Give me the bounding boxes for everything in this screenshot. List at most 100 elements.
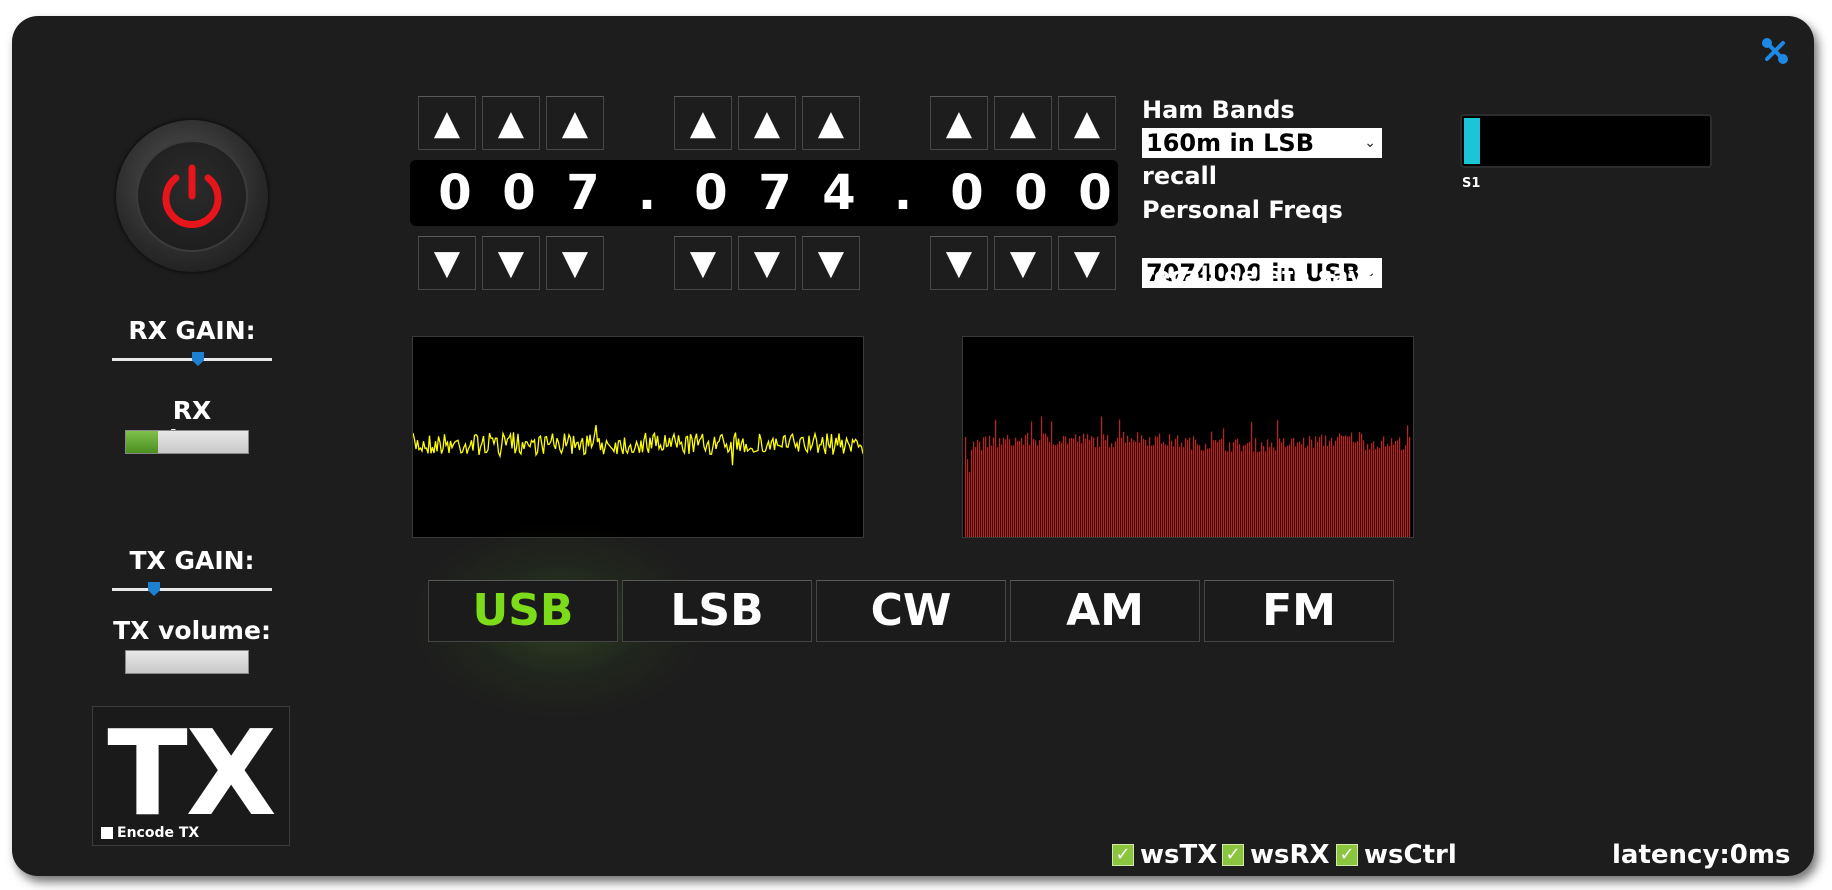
waveform-line: [412, 424, 864, 466]
spectrum-bar: [1015, 437, 1017, 537]
spectrum-bar: [1273, 447, 1275, 537]
freq-down-button[interactable]: ▼: [418, 236, 476, 290]
tx-gain-slider[interactable]: [112, 582, 272, 600]
freq-digit: 0: [950, 165, 984, 221]
personal-freqs-recall[interactable]: recall: [1142, 262, 1217, 290]
tx-button[interactable]: TX Encode TX: [92, 706, 290, 846]
rx-gain-slider[interactable]: [112, 352, 272, 370]
spectrum-bar: [1379, 448, 1381, 537]
spectrum-bar: [1295, 446, 1297, 537]
spectrum-bar: [1213, 440, 1215, 537]
spectrum-bar: [1093, 437, 1095, 537]
spectrum-bar: [977, 439, 979, 537]
personal-freqs-delete[interactable]: delete: [1224, 262, 1310, 290]
ham-bands-select[interactable]: 160m in LSB ⌄: [1142, 128, 1382, 158]
spectrum-bar: [1341, 435, 1343, 537]
tx-gain-label: TX GAIN:: [129, 546, 255, 575]
spectrum-bar: [965, 436, 967, 537]
spectrum-bar: [1047, 436, 1049, 537]
spectrum-bar: [1297, 442, 1299, 537]
spectrum-bar: [1155, 436, 1157, 537]
freq-down-button[interactable]: ▼: [674, 236, 732, 290]
rx-gain-thumb[interactable]: [192, 352, 204, 366]
spectrum-bar: [1307, 445, 1309, 537]
freq-down-button[interactable]: ▼: [994, 236, 1052, 290]
mode-fm-button[interactable]: FM: [1204, 580, 1394, 642]
mode-usb-button[interactable]: USB: [428, 580, 618, 642]
spectrum-bar: [1175, 438, 1177, 537]
spectrum-bar: [1059, 440, 1061, 537]
freq-up-button[interactable]: ▲: [674, 96, 732, 150]
arrow-down-icon: ▼: [561, 243, 589, 283]
spectrum-bar: [1193, 436, 1195, 537]
encode-tx-checkbox[interactable]: [101, 827, 113, 839]
spectrum-bar: [1207, 448, 1209, 537]
spectrum-bar: [1177, 435, 1179, 537]
spectrum-bar: [1271, 442, 1273, 537]
ws-rx-label: wsRX: [1250, 840, 1330, 870]
freq-up-button[interactable]: ▲: [738, 96, 796, 150]
freq-down-button[interactable]: ▼: [1058, 236, 1116, 290]
spectrum-bar: [1091, 436, 1093, 537]
spectrum-bar: [1117, 437, 1119, 537]
spectrum-bar: [1317, 441, 1319, 537]
rx-volume-bar[interactable]: [125, 430, 249, 454]
freq-up-button[interactable]: ▲: [994, 96, 1052, 150]
freq-up-button[interactable]: ▲: [802, 96, 860, 150]
tx-gain-thumb[interactable]: [148, 582, 160, 596]
freq-down-button[interactable]: ▼: [930, 236, 988, 290]
spectrum-bar: [1073, 438, 1075, 537]
spectrum-bar: [1255, 438, 1257, 537]
s-meter: [1460, 114, 1712, 168]
spectrum-bar: [1163, 442, 1165, 537]
spectrum-bar: [1383, 436, 1385, 537]
spectrum-bar: [1237, 438, 1239, 537]
freq-down-button[interactable]: ▼: [802, 236, 860, 290]
freq-down-button[interactable]: ▼: [738, 236, 796, 290]
spectrum-bar: [1065, 436, 1067, 537]
mode-cw-button[interactable]: CW: [816, 580, 1006, 642]
ws-rx-status[interactable]: ✓ wsRX: [1222, 840, 1330, 870]
ham-bands-recall[interactable]: recall: [1142, 162, 1217, 190]
spectrum-bar: [1165, 444, 1167, 537]
spectrum-bar: [999, 438, 1001, 537]
encode-tx-toggle[interactable]: Encode TX: [101, 825, 199, 841]
freq-up-button[interactable]: ▲: [482, 96, 540, 150]
spectrum-bar: [1329, 440, 1331, 537]
spectrum-bar: [971, 449, 973, 537]
freq-down-button[interactable]: ▼: [482, 236, 540, 290]
spectrum-bar: [1361, 433, 1363, 537]
latency-readout: latency:0ms: [1612, 840, 1791, 870]
spectrum-bar: [1173, 446, 1175, 537]
power-button[interactable]: [116, 120, 268, 272]
mode-am-button[interactable]: AM: [1010, 580, 1200, 642]
arrow-up-icon: ▲: [689, 103, 717, 143]
personal-freqs-save[interactable]: save: [1318, 262, 1380, 290]
spectrum-bar: [1277, 420, 1279, 537]
spectrum-bar: [1021, 437, 1023, 537]
freq-up-button[interactable]: ▲: [546, 96, 604, 150]
freq-up-button[interactable]: ▲: [1058, 96, 1116, 150]
spectrum-bar: [1275, 450, 1277, 537]
spectrum-bar: [1217, 441, 1219, 537]
ws-tx-status[interactable]: ✓ wsTX: [1112, 840, 1217, 870]
arrow-up-icon: ▲: [945, 103, 973, 143]
spectrum-bar: [1027, 432, 1029, 537]
mode-lsb-button[interactable]: LSB: [622, 580, 812, 642]
spectrum-bar: [1259, 451, 1261, 537]
spectrum-bar: [1157, 437, 1159, 537]
freq-up-button[interactable]: ▲: [418, 96, 476, 150]
spectrum-bar: [1001, 444, 1003, 537]
spectrum-bar: [1095, 447, 1097, 537]
spectrum-bar: [1251, 422, 1253, 537]
ws-ctrl-status[interactable]: ✓ wsCtrl: [1336, 840, 1457, 870]
tx-volume-bar[interactable]: [125, 650, 249, 674]
spectrum-bar: [1029, 444, 1031, 537]
freq-up-button[interactable]: ▲: [930, 96, 988, 150]
spectrum-bar: [1353, 441, 1355, 537]
spectrum-bar: [1023, 444, 1025, 537]
spectrum-bar: [1323, 445, 1325, 537]
freq-down-button[interactable]: ▼: [546, 236, 604, 290]
freq-digit: 0: [1014, 165, 1048, 221]
tools-icon[interactable]: [1760, 36, 1790, 66]
